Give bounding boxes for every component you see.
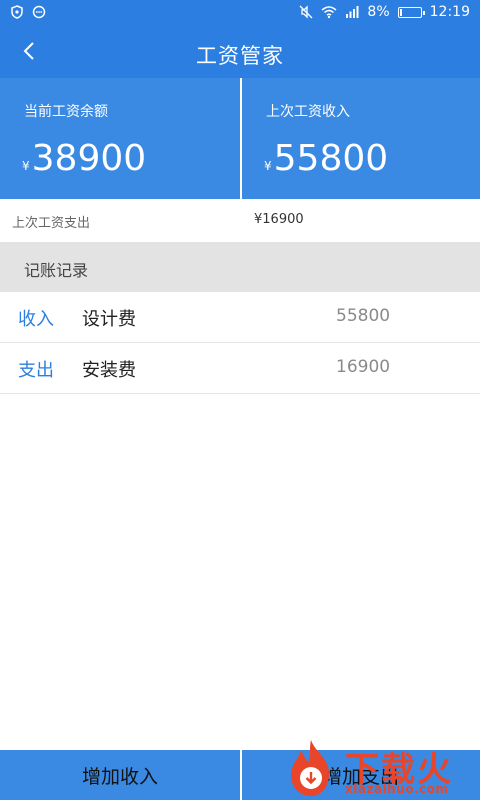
records-list: 收入 设计费 55800 支出 安装费 16900 bbox=[0, 292, 480, 394]
balance-label: 当前工资余额 bbox=[24, 104, 108, 120]
record-type: 支出 bbox=[18, 360, 54, 381]
records-section-header: 记账记录 bbox=[0, 242, 480, 292]
status-right-icons: 8% 12:19 bbox=[299, 4, 470, 20]
status-left-icons bbox=[10, 5, 46, 19]
records-section-title: 记账记录 bbox=[24, 261, 89, 280]
message-icon bbox=[32, 5, 46, 19]
last-income-value: 55800 bbox=[273, 138, 389, 179]
shield-icon bbox=[10, 5, 24, 19]
last-income-label: 上次工资收入 bbox=[266, 104, 350, 120]
clock: 12:19 bbox=[429, 4, 470, 20]
balance-amount: ¥ 38900 bbox=[22, 138, 146, 179]
record-name: 设计费 bbox=[82, 309, 136, 330]
battery-icon bbox=[397, 6, 425, 18]
mute-icon bbox=[299, 5, 313, 19]
bottom-bar: 增加收入 增加支出 bbox=[0, 750, 480, 800]
record-amount: 16900 bbox=[336, 357, 391, 377]
last-income-amount: ¥ 55800 bbox=[264, 138, 388, 179]
currency-symbol: ¥ bbox=[264, 159, 272, 173]
record-amount: 55800 bbox=[336, 306, 391, 326]
list-item[interactable]: 收入 设计费 55800 bbox=[0, 292, 480, 343]
add-income-button[interactable]: 增加收入 bbox=[0, 750, 240, 800]
summary-cards: 当前工资余额 ¥ 38900 上次工资收入 ¥ 55800 bbox=[0, 78, 480, 199]
last-income-card: 上次工资收入 ¥ 55800 bbox=[242, 78, 480, 199]
balance-value: 38900 bbox=[31, 138, 147, 179]
wifi-icon bbox=[321, 5, 337, 19]
page-title: 工资管家 bbox=[196, 44, 284, 68]
app-bar: 工资管家 bbox=[0, 28, 480, 78]
signal-icon bbox=[345, 5, 359, 19]
add-expense-button[interactable]: 增加支出 bbox=[242, 750, 480, 800]
last-expense-value: ¥16900 bbox=[254, 212, 304, 227]
currency-symbol: ¥ bbox=[22, 159, 30, 173]
battery-percent: 8% bbox=[367, 4, 390, 20]
list-item[interactable]: 支出 安装费 16900 bbox=[0, 343, 480, 394]
record-name: 安装费 bbox=[82, 360, 136, 381]
last-expense-row: 上次工资支出 ¥16900 bbox=[0, 199, 480, 242]
last-expense-label: 上次工资支出 bbox=[12, 216, 91, 231]
balance-card: 当前工资余额 ¥ 38900 bbox=[0, 78, 240, 199]
record-type: 收入 bbox=[18, 309, 54, 330]
status-bar: 8% 12:19 bbox=[0, 0, 480, 28]
